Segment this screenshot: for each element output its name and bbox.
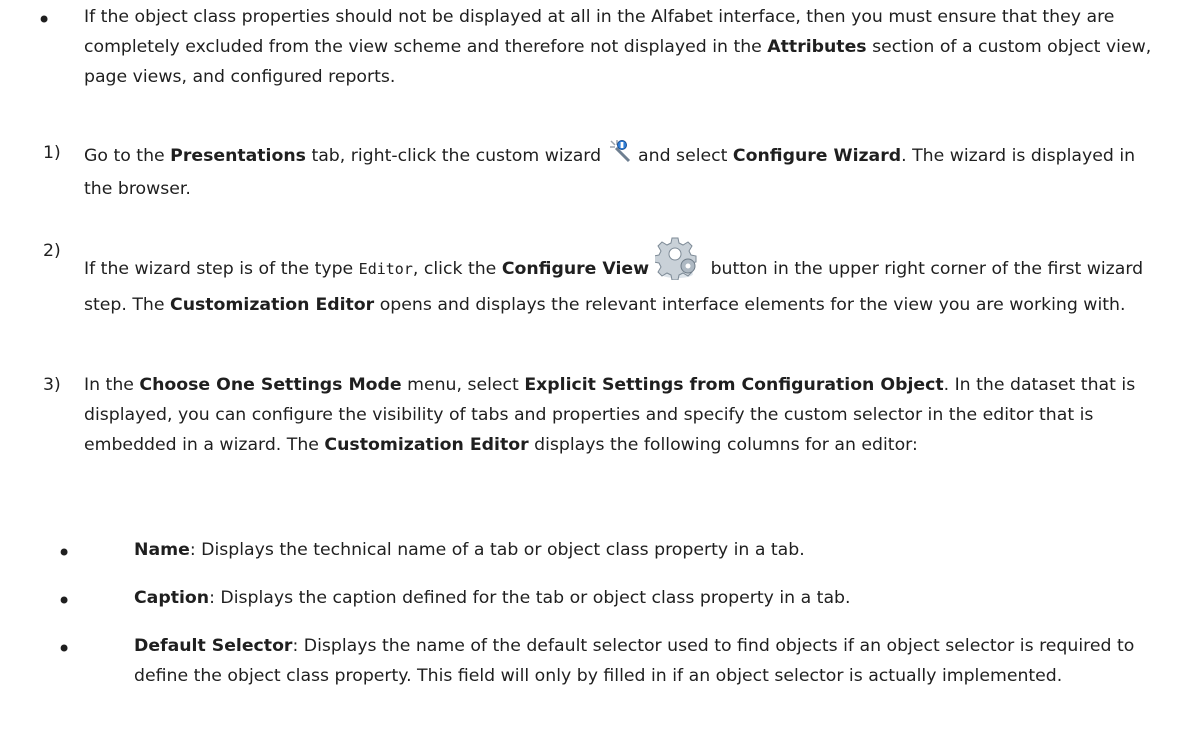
step-3-paragraph: In the Choose One Settings Mode menu, se… xyxy=(84,375,1136,455)
step-2-paragraph: If the wizard step is of the type Editor… xyxy=(84,236,1149,320)
step-1-number: 1) xyxy=(43,143,61,163)
intro-bullet: • xyxy=(37,6,52,34)
intro-paragraph: If the object class properties should no… xyxy=(84,7,1152,87)
column-bullet-name: • xyxy=(57,539,72,567)
column-bullet-default-selector: • xyxy=(57,635,72,663)
gear-icon xyxy=(653,236,699,290)
column-bullet-caption: • xyxy=(57,587,72,615)
wand-icon xyxy=(607,138,633,174)
step-2-number: 2) xyxy=(43,241,61,261)
editor-code: Editor xyxy=(358,260,413,278)
column-item-caption: Caption: Displays the caption defined fo… xyxy=(134,588,851,608)
column-item-default-selector: Default Selector: Displays the name of t… xyxy=(134,636,1135,686)
attributes-term: Attributes xyxy=(767,37,867,57)
column-item-name: Name: Displays the technical name of a t… xyxy=(134,540,805,560)
step-1-paragraph: Go to the Presentations tab, right-click… xyxy=(84,138,1154,204)
step-3-number: 3) xyxy=(43,375,61,395)
